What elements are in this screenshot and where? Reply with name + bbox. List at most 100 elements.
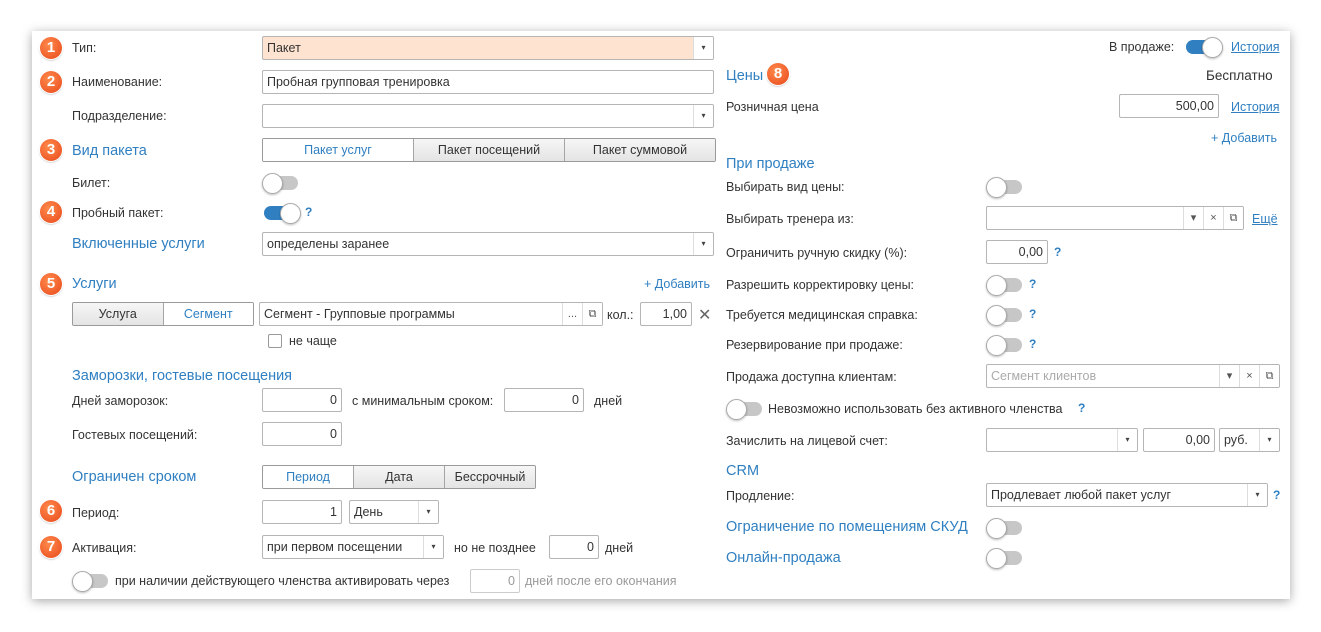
manual-discount-input[interactable]: 0,00	[986, 240, 1048, 264]
on-sale-toggle[interactable]	[1186, 37, 1223, 58]
retail-price-label: Розничная цена	[726, 100, 819, 114]
manual-discount-help-icon[interactable]: ?	[1054, 245, 1061, 259]
tab-service-package[interactable]: Пакет услуг	[263, 139, 413, 161]
open-icon[interactable]: ⧉	[1223, 207, 1243, 229]
prolong-label: Продление:	[726, 489, 795, 503]
type-value: Пакет	[267, 41, 301, 55]
period-input[interactable]: 1	[262, 500, 342, 524]
membership-required-label: Невозможно использовать без активного чл…	[768, 402, 1063, 416]
clear-icon[interactable]: ×	[1239, 365, 1259, 387]
badge-5: 5	[40, 273, 62, 295]
manual-discount-label: Ограничить ручную скидку (%):	[726, 246, 908, 260]
tab-segment[interactable]: Сегмент	[162, 303, 253, 325]
services-label: Услуги	[72, 276, 117, 292]
period-unit-select[interactable]: День ▾	[349, 500, 439, 524]
account-select[interactable]: ▾	[986, 428, 1138, 452]
service-segment-field[interactable]: Сегмент - Групповые программы ... ⧉	[259, 302, 603, 326]
min-term-input[interactable]: 0	[504, 388, 584, 412]
ticket-toggle[interactable]	[262, 173, 298, 194]
select-more-button[interactable]: ...	[562, 303, 582, 325]
freeze-section-title: Заморозки, гостевые посещения	[72, 368, 293, 384]
guest-visits-input[interactable]: 0	[262, 422, 342, 446]
dropdown-icon[interactable]: ▾	[693, 233, 713, 255]
online-sale-toggle[interactable]	[986, 548, 1022, 569]
tab-date[interactable]: Дата	[353, 466, 444, 488]
dropdown-icon[interactable]: ▾	[1247, 484, 1267, 506]
open-icon[interactable]: ⧉	[1259, 365, 1279, 387]
prolong-value: Продлевает любой пакет услуг	[991, 488, 1172, 502]
medical-toggle[interactable]	[986, 305, 1022, 326]
skud-toggle[interactable]	[986, 518, 1022, 539]
dropdown-icon[interactable]: ▾	[1117, 429, 1137, 451]
tab-service[interactable]: Услуга	[73, 303, 163, 325]
dropdown-icon[interactable]: ▾	[693, 105, 713, 127]
service-segment-value: Сегмент - Групповые программы	[264, 307, 455, 321]
guest-visits-label: Гостевых посещений:	[72, 428, 198, 442]
activation-label: Активация:	[72, 541, 137, 555]
account-label: Зачислить на лицевой счет:	[726, 434, 888, 448]
qty-input[interactable]: 1,00	[640, 302, 692, 326]
more-link[interactable]: Ещё	[1252, 212, 1278, 226]
dropdown-icon[interactable]: ▾	[1183, 207, 1203, 229]
included-services-select[interactable]: определены заранее ▾	[262, 232, 714, 256]
membership-required-help-icon[interactable]: ?	[1078, 401, 1085, 415]
allow-price-edit-help-icon[interactable]: ?	[1029, 277, 1036, 291]
dropdown-icon[interactable]: ▾	[1219, 365, 1239, 387]
account-amount-input[interactable]: 0,00	[1143, 428, 1215, 452]
division-label: Подразделение:	[72, 109, 167, 123]
add-service-button[interactable]: + Добавить	[644, 277, 710, 291]
qty-label: кол.:	[607, 308, 634, 322]
tab-visit-package[interactable]: Пакет посещений	[413, 139, 564, 161]
choose-price-kind-toggle[interactable]	[986, 177, 1022, 198]
dropdown-icon[interactable]: ▾	[1259, 429, 1279, 451]
trial-help-icon[interactable]: ?	[305, 205, 312, 219]
choose-price-kind-label: Выбирать вид цены:	[726, 180, 845, 194]
medical-label: Требуется медицинская справка:	[726, 308, 918, 322]
dropdown-icon[interactable]: ▾	[693, 37, 713, 59]
included-services-value: определены заранее	[267, 237, 390, 251]
limited-term-segmented: Период Дата Бессрочный	[262, 465, 536, 489]
on-sale-history-link[interactable]: История	[1231, 40, 1279, 54]
not-later-label: но не позднее	[454, 541, 536, 555]
trial-label: Пробный пакет:	[72, 206, 164, 220]
reserve-help-icon[interactable]: ?	[1029, 337, 1036, 351]
trial-toggle[interactable]	[264, 203, 301, 224]
membership-activation-toggle[interactable]	[72, 571, 108, 592]
badge-7: 7	[40, 536, 62, 558]
service-mode-segmented: Услуга Сегмент	[72, 302, 254, 326]
min-term-unit: дней	[594, 394, 623, 408]
membership-required-toggle[interactable]	[726, 399, 762, 420]
open-icon[interactable]: ⧉	[582, 303, 602, 325]
division-select[interactable]: ▾	[262, 104, 714, 128]
not-more-often-checkbox[interactable]	[268, 334, 282, 348]
prolong-select[interactable]: Продлевает любой пакет услуг ▾	[986, 483, 1268, 507]
tab-unlimited[interactable]: Бессрочный	[444, 466, 535, 488]
currency-select[interactable]: руб. ▾	[1219, 428, 1280, 452]
tab-period[interactable]: Период	[263, 466, 353, 488]
type-select[interactable]: Пакет ▾	[262, 36, 714, 60]
price-history-link[interactable]: История	[1231, 100, 1279, 114]
dropdown-icon[interactable]: ▾	[423, 536, 443, 558]
name-input[interactable]: Пробная групповая тренировка	[262, 70, 714, 94]
allow-price-edit-toggle[interactable]	[986, 275, 1022, 296]
membership-activation-input[interactable]: 0	[470, 569, 520, 593]
remove-icon[interactable]: ✕	[698, 305, 711, 325]
freeze-days-input[interactable]: 0	[262, 388, 342, 412]
badge-3: 3	[40, 139, 62, 161]
ticket-label: Билет:	[72, 176, 111, 190]
tab-sum-package[interactable]: Пакет суммовой	[564, 139, 715, 161]
dropdown-icon[interactable]: ▾	[418, 501, 438, 523]
medical-help-icon[interactable]: ?	[1029, 307, 1036, 321]
choose-trainer-field[interactable]: ▾ × ⧉	[986, 206, 1244, 230]
reserve-toggle[interactable]	[986, 335, 1022, 356]
not-later-input[interactable]: 0	[549, 535, 599, 559]
client-segment-field[interactable]: Сегмент клиентов ▾ × ⧉	[986, 364, 1280, 388]
activation-select[interactable]: при первом посещении ▾	[262, 535, 444, 559]
clear-icon[interactable]: ×	[1203, 207, 1223, 229]
add-price-button[interactable]: + Добавить	[1211, 131, 1277, 145]
badge-1: 1	[40, 37, 62, 59]
retail-price-input[interactable]: 500,00	[1119, 94, 1219, 118]
prolong-help-icon[interactable]: ?	[1273, 488, 1280, 502]
client-segment-placeholder: Сегмент клиентов	[991, 369, 1097, 383]
included-services-label: Включенные услуги	[72, 236, 205, 252]
